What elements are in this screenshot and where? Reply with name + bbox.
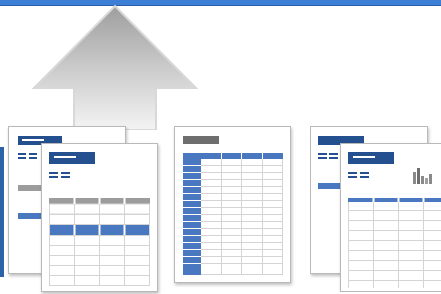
decorative-block <box>318 157 327 159</box>
decorative-block <box>348 172 357 174</box>
decorative-block <box>49 172 58 174</box>
report-template-group[interactable] <box>8 126 160 292</box>
up-arrow-icon <box>30 4 200 131</box>
decorative-block <box>360 176 369 178</box>
header-bar <box>49 152 95 164</box>
decorative-block <box>353 156 375 158</box>
text-lines <box>18 153 26 155</box>
table-icon <box>348 198 441 288</box>
left-edge-strip <box>0 147 4 277</box>
decorative-block <box>329 157 338 159</box>
decorative-block <box>61 176 70 178</box>
decorative-block <box>61 172 70 174</box>
table-document <box>174 126 291 283</box>
decorative-block <box>49 176 58 178</box>
decorative-block <box>29 153 37 155</box>
decorative-block <box>22 139 44 141</box>
chart-report-template-group[interactable] <box>310 126 441 292</box>
decorative-block <box>29 157 37 159</box>
decorative-block <box>54 156 76 158</box>
decorative-block <box>348 152 394 164</box>
decorative-block <box>318 153 327 155</box>
table-template[interactable] <box>174 126 292 286</box>
title-bar <box>183 136 219 144</box>
bar-chart-icon <box>413 168 432 184</box>
decorative-block <box>329 153 338 155</box>
decorative-block <box>360 172 369 174</box>
decorative-block <box>348 176 357 178</box>
table-icon <box>49 198 150 286</box>
chart-report-document-front <box>340 143 441 292</box>
decorative-block <box>18 157 26 159</box>
report-document-front <box>41 143 158 292</box>
table-icon <box>183 153 283 275</box>
